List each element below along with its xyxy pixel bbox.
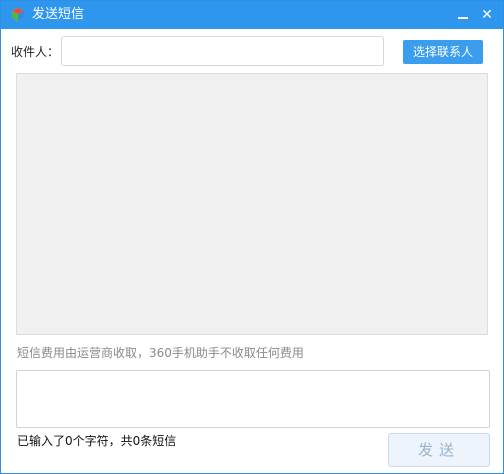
- close-button[interactable]: ✕: [477, 5, 497, 25]
- message-history-area: [16, 73, 488, 335]
- app-logo-icon: [12, 8, 24, 22]
- title-bar[interactable]: 发送短信 ✕: [1, 1, 503, 29]
- close-icon: ✕: [481, 7, 493, 23]
- select-contact-button[interactable]: 选择联系人: [403, 40, 483, 64]
- send-button[interactable]: 发送: [388, 433, 490, 467]
- send-sms-window: 发送短信 ✕ 收件人： 选择联系人 短信费用由运营商收取，360手机助手不收取任…: [0, 0, 504, 474]
- character-counter: 已输入了0个字符，共0条短信: [17, 434, 177, 448]
- minimize-button[interactable]: [453, 5, 473, 25]
- fee-notice: 短信费用由运营商收取，360手机助手不收取任何费用: [17, 346, 304, 360]
- recipient-label: 收件人：: [11, 45, 60, 59]
- window-title: 发送短信: [32, 7, 85, 22]
- recipient-input[interactable]: [61, 36, 384, 66]
- message-input[interactable]: [16, 370, 490, 428]
- minimize-icon: [458, 17, 468, 19]
